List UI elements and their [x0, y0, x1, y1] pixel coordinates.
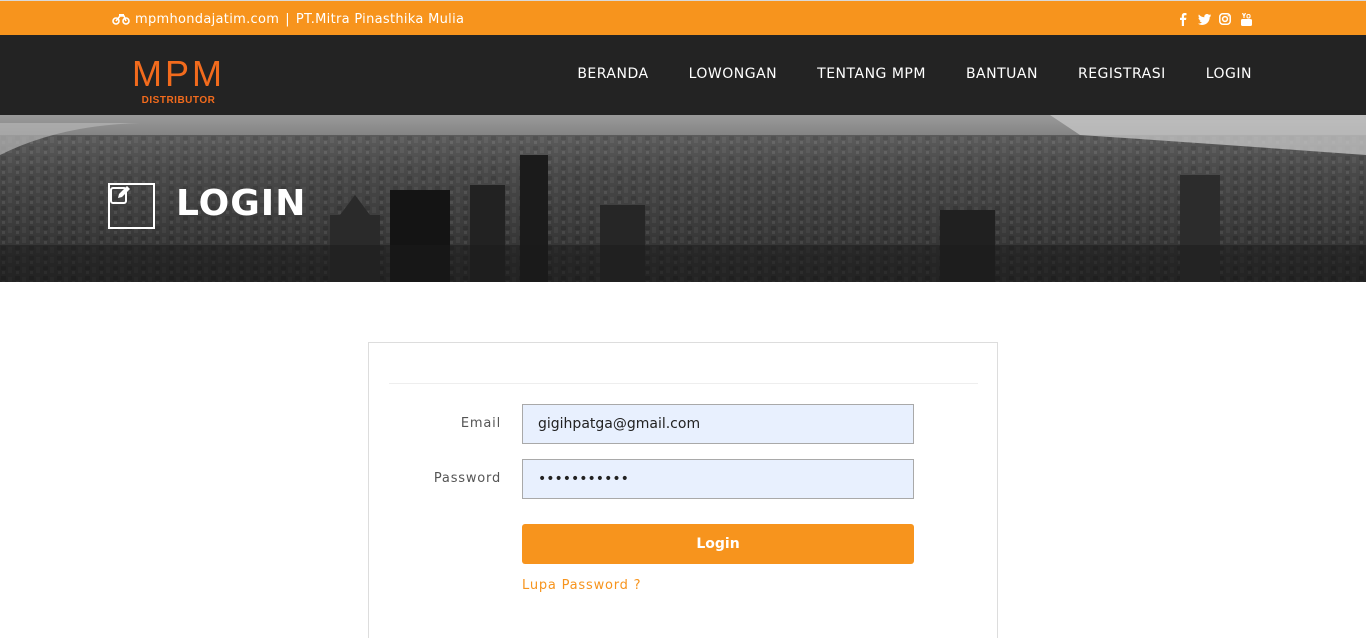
login-card: Email gigihpatga@gmail.com Password ••••… [368, 342, 998, 638]
password-field[interactable]: ••••••••••• [522, 459, 914, 499]
nav-item-lowongan[interactable]: LOWONGAN [689, 66, 778, 82]
mpm-logo[interactable]: MPM DISTRIBUTOR [121, 53, 236, 109]
hero-banner: LOGIN [0, 115, 1366, 282]
topbar-info: mpmhondajatim.com | PT.Mitra Pinasthika … [112, 10, 464, 28]
nav-item-registrasi[interactable]: REGISTRASI [1078, 66, 1166, 82]
card-divider [389, 383, 978, 384]
main-navbar: MPM DISTRIBUTOR BERANDA LOWONGAN TENTANG… [0, 35, 1366, 115]
topbar-company: PT.Mitra Pinasthika Mulia [295, 11, 465, 27]
page-title: LOGIN [176, 183, 307, 224]
password-label: Password [433, 471, 501, 486]
login-button[interactable]: Login [522, 524, 914, 564]
forgot-password-link[interactable]: Lupa Password ? [522, 578, 641, 593]
topbar-site: mpmhondajatim.com [135, 11, 280, 27]
social-links [1176, 10, 1253, 28]
nav-item-login[interactable]: LOGIN [1206, 66, 1252, 82]
topbar-separator: | [285, 11, 290, 27]
nav-item-tentang-mpm[interactable]: TENTANG MPM [817, 66, 926, 82]
instagram-icon[interactable] [1218, 12, 1232, 26]
email-field[interactable]: gigihpatga@gmail.com [522, 404, 914, 444]
facebook-icon[interactable] [1176, 12, 1190, 26]
twitter-icon[interactable] [1197, 12, 1211, 26]
nav-item-beranda[interactable]: BERANDA [577, 66, 648, 82]
top-bar: mpmhondajatim.com | PT.Mitra Pinasthika … [0, 0, 1366, 35]
logo-subtitle: DISTRIBUTOR [141, 95, 216, 106]
email-value: gigihpatga@gmail.com [538, 416, 701, 432]
edit-icon [108, 183, 155, 229]
nav-menu: BERANDA LOWONGAN TENTANG MPM BANTUAN REG… [537, 66, 1252, 82]
youtube-icon[interactable] [1239, 12, 1253, 26]
email-label: Email [460, 416, 501, 431]
nav-item-bantuan[interactable]: BANTUAN [966, 66, 1038, 82]
password-value: ••••••••••• [538, 471, 629, 487]
motorcycle-icon [112, 14, 130, 25]
logo-text: MPM [132, 53, 225, 94]
